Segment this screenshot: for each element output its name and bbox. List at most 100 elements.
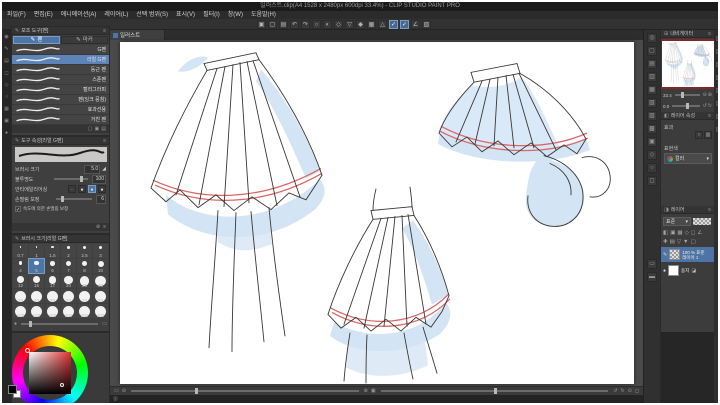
flip-icon[interactable]: ◻ [635, 388, 639, 394]
subtool-brush-item[interactable]: 둥근 펜 [12, 65, 109, 75]
delete-subtool-icon[interactable]: ▤ [101, 126, 106, 132]
subtool-brush-item[interactable]: 거친 펜 [12, 115, 109, 125]
snap-ruler-icon[interactable]: △ [378, 20, 387, 29]
layer-thumbnail[interactable] [668, 265, 680, 276]
palette-dock-icon[interactable] [715, 49, 718, 54]
menu-item[interactable]: 선택 범위(S) [132, 11, 172, 19]
visibility-eye-icon[interactable]: ● [663, 268, 666, 274]
set-ref-layer-icon[interactable]: ◇ [685, 230, 689, 236]
tool-icon[interactable]: ✎ [3, 46, 10, 53]
menu-item[interactable]: 필터(I) [199, 11, 224, 19]
brush-size-preset[interactable]: 200 [61, 304, 76, 318]
palette-dock-icon[interactable] [715, 101, 718, 106]
navigator-rotate-value[interactable]: 0.0 [663, 104, 669, 109]
quick-access-icon[interactable]: ▧ [647, 98, 657, 108]
opacity-value[interactable]: 100 [92, 174, 106, 184]
menu-item[interactable]: 애니메이션(A) [57, 11, 101, 19]
brush-size-preset[interactable]: 0.7 [13, 244, 28, 258]
palette-dock-icon[interactable] [715, 88, 718, 93]
subtool-brush-item[interactable]: 펜(잉크 뭉침) [12, 95, 109, 105]
quick-access-icon[interactable]: ◎ [647, 33, 657, 43]
nav-rotate-left-icon[interactable]: ↺ [703, 103, 707, 109]
layer-thumbnail[interactable] [669, 249, 681, 260]
brush-size-preset[interactable]: 5 [28, 258, 45, 274]
canvas-page[interactable] [120, 42, 634, 384]
duplicate-subtool-icon[interactable]: ▣ [95, 126, 100, 132]
brush-size-preset[interactable]: 25 [77, 274, 92, 288]
lock-alpha-icon[interactable]: ▦ [677, 230, 682, 236]
quick-access-icon[interactable]: ▩ [647, 124, 657, 134]
deselect-icon[interactable]: ○ [312, 20, 321, 29]
quick-access-icon[interactable]: ▬ [647, 272, 657, 282]
brush-size-preset[interactable]: 120 [29, 304, 44, 318]
brush-size-preset[interactable]: 17 [45, 274, 60, 288]
navigator-thumbnail[interactable] [662, 41, 714, 87]
panel-menu-icon[interactable]: ≡ [708, 206, 711, 214]
rotate-left-icon[interactable]: ↺ [613, 388, 617, 394]
brush-size-preset[interactable]: 12 [13, 274, 28, 288]
menu-item[interactable]: 편집(E) [30, 11, 57, 19]
navigator-rotate-slider[interactable] [672, 103, 700, 109]
brush-size-preset[interactable]: 100 [13, 304, 28, 318]
quick-access-icon[interactable]: ▨ [647, 111, 657, 121]
add-subtool-icon[interactable]: ▢ [88, 126, 93, 132]
export-icon[interactable]: ▤ [279, 20, 288, 29]
size-display-icon[interactable]: ● [14, 321, 17, 327]
zoom-in-icon[interactable]: ⊕ [364, 388, 368, 394]
layer-opacity-slider[interactable] [693, 218, 711, 225]
brush-size-preset[interactable]: 1 [29, 244, 44, 258]
palette-dock-icon[interactable] [715, 127, 718, 132]
palette-dock-icon[interactable] [715, 62, 718, 67]
panel-menu-icon[interactable]: ≡ [708, 112, 711, 120]
document-tab[interactable]: 일러스트 [110, 30, 165, 40]
antialias-strong-icon[interactable]: ● [98, 185, 106, 193]
tool-icon[interactable]: ▣ [3, 118, 10, 125]
selection-border-icon[interactable]: ◇ [334, 20, 343, 29]
tool-icon[interactable]: ▦ [3, 106, 10, 113]
reset-settings-icon[interactable]: ⊕ [96, 224, 100, 230]
brush-size-value[interactable]: 5.0 [84, 164, 101, 174]
brush-size-preset[interactable]: 4 [13, 259, 28, 273]
antialias-weak-icon[interactable]: ● [78, 185, 86, 193]
quick-access-icon[interactable]: ▥ [647, 72, 657, 82]
quick-access-icon[interactable]: ○ [647, 163, 657, 173]
stabilize-slider[interactable] [55, 196, 92, 202]
lock-layer-icon[interactable]: ▣ [670, 230, 675, 236]
transfer-layer-icon[interactable]: ▽ [677, 239, 681, 245]
quick-access-icon[interactable]: ▦ [647, 85, 657, 95]
merge-layer-icon[interactable]: ▼ [683, 239, 688, 245]
menu-item[interactable]: 파일(F) [3, 11, 30, 19]
tool-icon[interactable]: ◇ [3, 82, 10, 89]
blend-mode-dropdown[interactable]: 표준 ▾ [663, 217, 691, 226]
menu-item[interactable]: 도움말(H) [247, 11, 280, 19]
sub-tool-tab[interactable]: ✎ 펜 [13, 36, 60, 44]
menu-item[interactable]: 창(W) [224, 11, 247, 19]
speed-stabilize-checkbox[interactable]: ✓ [15, 206, 21, 213]
delete-layer-icon[interactable]: ▢ [691, 239, 696, 245]
tool-icon[interactable]: ◉ [3, 34, 10, 41]
brush-size-preset[interactable]: 7 [61, 259, 76, 273]
brush-size-preset[interactable]: 50 [45, 289, 60, 303]
quick-access-icon[interactable]: ▢ [647, 46, 657, 56]
brush-size-preset[interactable]: 150 [45, 304, 60, 318]
tool-icon[interactable]: ● [3, 130, 10, 137]
brush-size-preset[interactable]: 1.5 [45, 244, 60, 258]
rotate-right-icon[interactable]: ↻ [620, 388, 624, 394]
subtool-brush-item[interactable]: 스푼펜 [12, 75, 109, 85]
invert-selection-icon[interactable]: ◐ [323, 20, 332, 29]
foreground-color-swatch[interactable] [8, 385, 17, 394]
brush-size-preset[interactable]: 35 [13, 289, 28, 303]
brush-size-preset[interactable]: 60 [61, 289, 76, 303]
ruler-layer-icon[interactable]: ∠ [697, 230, 702, 236]
ruler-icon[interactable]: ∠ [411, 20, 420, 29]
brush-size-preset[interactable]: 30 [93, 274, 108, 288]
grid-icon[interactable]: ▦ [367, 20, 376, 29]
clear-icon[interactable]: ▽ [345, 20, 354, 29]
fill-icon[interactable]: ◆ [356, 20, 365, 29]
tool-icon[interactable]: ◻ [3, 70, 10, 77]
redo-icon[interactable]: ↷ [301, 20, 310, 29]
save-icon[interactable]: ▣ [257, 20, 266, 29]
layer-row[interactable]: ✎ 100 % 표준 레이어 1 [661, 247, 714, 262]
layer-mask-icon[interactable]: ◻ [691, 230, 696, 236]
fit-screen-icon[interactable]: ▭ [114, 388, 119, 394]
